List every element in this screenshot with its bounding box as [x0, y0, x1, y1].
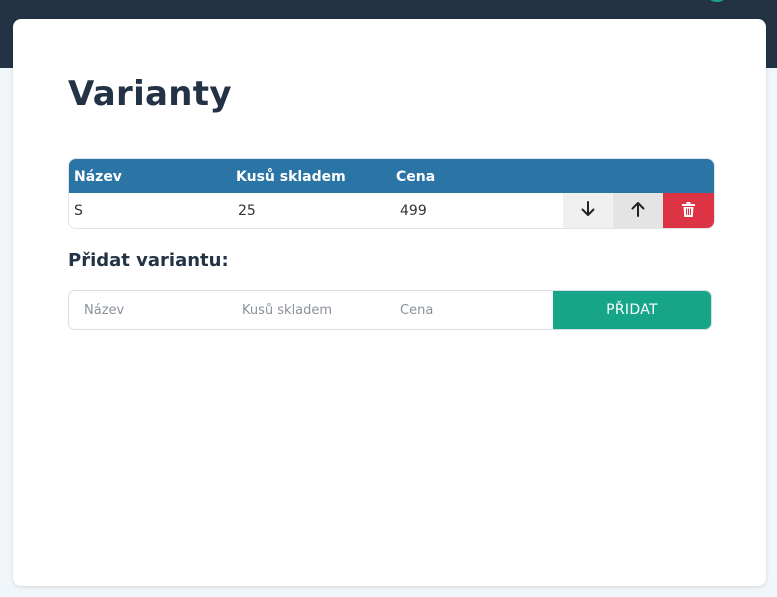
stock-input[interactable]	[242, 291, 382, 329]
variants-table: Název Kusů skladem Cena S 25 499	[68, 158, 715, 229]
delete-button[interactable]	[663, 193, 714, 228]
name-input[interactable]	[84, 291, 224, 329]
avatar[interactable]	[705, 0, 729, 2]
table-header: Název Kusů skladem Cena	[69, 159, 714, 193]
cell-name: S	[74, 203, 83, 219]
cell-price: 499	[400, 203, 427, 219]
column-header-name: Název	[74, 169, 122, 185]
add-variant-form: PŘIDAT	[68, 290, 712, 330]
arrow-up-icon	[631, 201, 645, 220]
add-variant-title: Přidat variantu:	[68, 250, 229, 271]
price-input[interactable]	[400, 291, 540, 329]
page-title: Varianty	[68, 74, 232, 114]
arrow-down-icon	[581, 201, 595, 220]
add-button[interactable]: PŘIDAT	[553, 291, 711, 329]
column-header-stock: Kusů skladem	[236, 169, 346, 185]
main-card: Varianty Název Kusů skladem Cena S 25 49…	[13, 19, 766, 586]
column-header-price: Cena	[396, 169, 436, 185]
move-down-button[interactable]	[563, 193, 613, 228]
cell-stock: 25	[238, 203, 256, 219]
trash-icon	[682, 201, 695, 220]
move-up-button[interactable]	[613, 193, 663, 228]
table-row: S 25 499	[69, 193, 714, 228]
